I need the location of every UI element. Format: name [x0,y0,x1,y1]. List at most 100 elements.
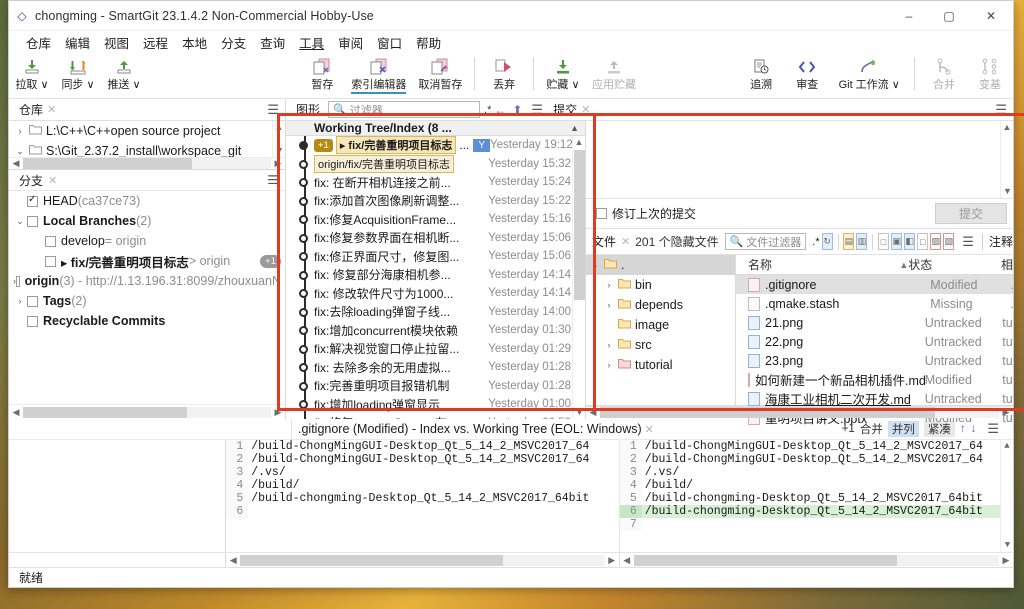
show-staged-icon[interactable]: ▣ [891,233,902,250]
file-filter-input[interactable]: 🔍 文件过滤器 [725,233,807,250]
menu-window[interactable]: 窗口 [370,31,409,54]
diff-left-scroll-left-icon[interactable]: ◀ [226,555,240,566]
index-editor-button[interactable]: 索引编辑器 [345,55,412,97]
branch-row[interactable]: ›▸ fix/完善重明项目标志 > origin+1 [9,251,285,271]
branch-checkbox[interactable] [27,196,38,207]
directory-tree[interactable]: ⌄.›bin›depends›image›src›tutorial [586,255,736,405]
show-ignored-icon[interactable]: ▧ [943,233,954,250]
chevron-right-icon[interactable]: › [602,360,616,370]
diff-left-thumb[interactable] [240,555,502,566]
branch-row[interactable]: ›Tags (2) [9,291,285,311]
unstage-button[interactable]: 取消暂存 [412,55,468,97]
branch-checkbox[interactable] [45,256,56,267]
branch-checkbox[interactable] [16,276,20,287]
scroll-down-icon[interactable]: ▼ [273,144,285,157]
file-row[interactable]: .qmake.stashMissing. [736,294,1013,313]
branch-row[interactable]: ⌄Local Branches (2) [9,211,285,231]
log-scroll-up-icon[interactable]: ▲ [573,136,585,149]
files-menu-icon[interactable]: ☰ [956,234,980,250]
hamburger-icon[interactable]: ☰ [261,102,285,118]
amend-checkbox[interactable] [596,208,607,219]
tab-graph[interactable]: 图形 [286,101,324,118]
diff-left-track[interactable] [240,555,605,566]
local-branch-tag[interactable]: ▸ fix/完善重明项目标志 [336,136,456,154]
commit-row[interactable]: fix:修正界面尺寸，修复图...Yesterday 15:06 [286,247,585,266]
close-icon[interactable]: ✕ [47,103,64,116]
branches-scroll-left-icon[interactable]: ◀ [9,407,23,418]
diff-left-scroll-right-icon[interactable]: ▶ [605,555,619,566]
commit-row[interactable]: fix:修复cameraContext在...Yesterday 00:59 [286,414,585,420]
push-button[interactable]: 推送 ∨ [101,55,147,97]
repositories-vscrollbar[interactable]: ▲ ▼ [272,121,285,157]
commit-msg-scroll-up-icon[interactable]: ▲ [1001,121,1013,134]
maximize-button[interactable]: ▢ [929,1,969,31]
repositories-hscrollbar[interactable]: ◀ ▶ [9,157,285,169]
stage-button[interactable]: 暂存 [299,55,345,97]
menu-branch[interactable]: 分支 [214,31,253,54]
arrow-up-icon[interactable]: ⬆ [509,103,525,117]
files-close-icon[interactable]: ✕ [618,235,633,248]
chevron-down-icon[interactable]: ⌄ [588,260,602,271]
commit-row[interactable]: fix: 修复部分海康相机参...Yesterday 14:14 [286,266,585,285]
branch-row[interactable]: ›HEAD (ca37ce73) [9,191,285,211]
branches-hscroll-track[interactable] [23,407,271,418]
chevron-right-icon[interactable]: › [602,280,616,290]
file-row[interactable]: .gitignoreModified. [736,275,1013,294]
comment-tab-label[interactable]: 注释 [982,233,1013,250]
arrow-left-icon[interactable]: ← [491,103,509,117]
log-filter-input[interactable]: 🔍 过滤器 [328,101,480,118]
minimize-button[interactable]: – [889,1,929,31]
chevron-right-icon[interactable]: › [602,300,616,310]
commit-message-vscrollbar[interactable]: ▲ ▼ [1000,121,1013,198]
graph-menu-icon[interactable]: ☰ [525,102,549,118]
diff-right-pane[interactable]: 1/build-ChongMingGUI-Desktop_Qt_5_14_2_M… [620,440,1013,552]
commit-button[interactable]: 提交 [935,203,1007,224]
directory-row[interactable]: ⌄. [586,255,735,275]
commit-row[interactable]: fix:完善重明项目报错机制Yesterday 01:28 [286,377,585,396]
branches-hscroll-thumb[interactable] [23,407,187,418]
commit-row[interactable]: fix:去除loading弹窗子线...Yesterday 14:00 [286,303,585,322]
log-working-tree-header[interactable]: Working Tree/Index (8 ... ▲ [286,121,585,136]
branch-checkbox[interactable] [27,316,38,327]
log-vscrollbar[interactable]: ▲ ▼ [572,136,585,419]
chevron-down-icon[interactable]: ⌄ [13,146,27,157]
file-row[interactable]: 如何新建一个新品相机插件.mdModifiedtut [736,370,1013,389]
diff-right-thumb[interactable] [634,555,897,566]
branches-scroll-right-icon[interactable]: ▶ [271,407,285,418]
discard-button[interactable]: 丢弃 [481,55,527,97]
diff-left-hscrollbar[interactable]: ◀ ▶ [226,553,620,567]
branch-row[interactable]: ›develop = origin [9,231,285,251]
commit-row[interactable]: fix: 去除多余的无用虚拟...Yesterday 01:28 [286,358,585,377]
directory-row[interactable]: ›tutorial [586,355,735,375]
file-row[interactable]: 21.pngUntrackedtut [736,313,1013,332]
log-scroll-down-icon[interactable]: ▼ [573,406,585,419]
menu-remote[interactable]: 远程 [136,31,175,54]
file-hscroll-thumb[interactable] [600,407,935,418]
log-vscroll-thumb[interactable] [574,150,585,300]
directory-row[interactable]: ›bin [586,275,735,295]
column-header-status[interactable]: 状态 [908,256,1001,273]
commit-row[interactable]: origin/fix/完善重明项目标志Yesterday 15:32 [286,155,585,174]
rebase-button[interactable]: 变基 [967,55,1013,97]
blame-button[interactable]: 追溯 [738,55,784,97]
files-tab-label[interactable]: 文件 [592,233,616,250]
diff-right-scroll-left-icon[interactable]: ◀ [620,555,634,566]
branch-row[interactable]: ›origin (3) - http://1.13.196.31:8099/zh… [9,271,285,291]
chevron-down-icon[interactable]: ⌄ [13,216,27,227]
expand-folders-icon[interactable]: ▤ [843,233,854,250]
hscroll-track[interactable] [23,158,271,169]
commit-row[interactable]: fix: 在断开相机连接之前...Yesterday 15:24 [286,173,585,192]
merge-button[interactable]: 合并 [921,55,967,97]
diff-close-icon[interactable]: ✕ [642,423,657,436]
pull-button[interactable]: 拉取 ∨ [9,55,55,97]
commit-row[interactable]: fix:解决视觉窗口停止拉留...Yesterday 01:29 [286,340,585,359]
branches-menu-icon[interactable]: ☰ [267,173,278,187]
remote-branch-tag[interactable]: origin/fix/完善重明项目标志 [314,155,454,173]
repository-row[interactable]: ›L:\C++\C++open source project [9,121,285,141]
stash-button[interactable]: 贮藏 ∨ [540,55,586,97]
refresh-files-icon[interactable]: ↻ [822,233,833,250]
chevron-up-icon[interactable]: ▲ [570,123,579,133]
menu-query[interactable]: 查询 [253,31,292,54]
commit-row[interactable]: fix:增加concurrent模块依赖Yesterday 01:30 [286,321,585,340]
commit-message-area[interactable]: ▲ ▼ [586,121,1013,199]
